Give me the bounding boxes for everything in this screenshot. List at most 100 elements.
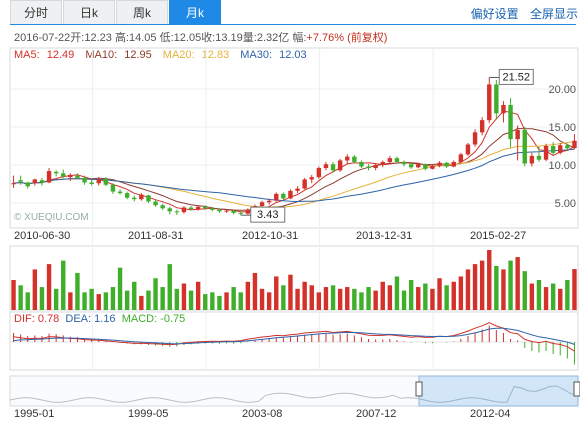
candle-body xyxy=(181,207,187,213)
candle-body xyxy=(18,180,23,182)
dea-label: DEA: xyxy=(65,313,92,325)
volume-bar xyxy=(380,281,385,310)
volume-bar xyxy=(423,283,428,310)
date-tick-label: 2015-02-27 xyxy=(470,230,527,242)
candle-body xyxy=(217,209,222,212)
candle-body xyxy=(195,206,201,210)
volume-bar xyxy=(68,292,73,310)
volume-bar xyxy=(330,285,336,310)
candle-body xyxy=(366,166,371,169)
volume-bar xyxy=(75,272,80,310)
candle-body xyxy=(494,84,499,114)
candle-body xyxy=(572,140,577,149)
candle-body xyxy=(224,210,229,212)
volume-bar xyxy=(359,292,364,310)
volume-bar xyxy=(387,285,393,310)
volume-bar xyxy=(203,294,208,310)
volume-bar xyxy=(252,272,258,310)
volume-bar xyxy=(416,287,421,310)
candle-body xyxy=(103,179,109,185)
candle-body xyxy=(444,162,449,167)
volume-bar xyxy=(124,290,130,310)
volume-bar xyxy=(302,281,307,310)
volume-bar xyxy=(210,292,215,310)
volume-bar xyxy=(39,287,45,310)
volume-bar xyxy=(195,281,201,310)
candle-body xyxy=(153,201,158,206)
date-tick-label: 2010-06-30 xyxy=(14,230,71,242)
volume-bar xyxy=(103,292,109,310)
volume-bar xyxy=(323,287,329,310)
volume-bar xyxy=(32,269,38,310)
price-tick-label: 15.00 xyxy=(548,122,576,134)
volume-bar xyxy=(572,269,577,310)
candle-body xyxy=(550,146,556,153)
volume-bar xyxy=(295,288,300,310)
volume-bar xyxy=(543,287,549,310)
candle-body xyxy=(316,168,322,178)
volume-bar xyxy=(458,276,464,310)
candle-body xyxy=(245,209,251,214)
volume-bar xyxy=(110,287,116,310)
volume-bar xyxy=(132,281,137,310)
volume-bar xyxy=(501,269,506,310)
candle-body xyxy=(110,184,116,192)
candle-body xyxy=(274,193,279,201)
candle-body xyxy=(345,156,350,161)
volume-bar xyxy=(231,287,236,310)
date-tick-label: 2012-10-31 xyxy=(242,230,299,242)
price-tick-label: 5.00 xyxy=(555,198,576,210)
volume-bar xyxy=(558,288,563,310)
candle-body xyxy=(515,130,520,140)
candle-body xyxy=(89,182,94,184)
volume-bar xyxy=(451,281,456,310)
volume-bar xyxy=(565,280,570,310)
candle-body xyxy=(82,177,87,183)
volume-bar xyxy=(522,271,527,310)
candle-body xyxy=(565,145,570,149)
candle-body xyxy=(53,171,59,174)
candle-body xyxy=(501,104,506,114)
navigator-left-handle[interactable] xyxy=(415,381,423,397)
candle-body xyxy=(25,182,30,187)
candle-body xyxy=(522,130,527,164)
volume-bar xyxy=(479,260,485,310)
navigator-tick-label: 1995-01 xyxy=(14,408,55,420)
volume-bar xyxy=(82,292,87,310)
candle-body xyxy=(302,179,307,189)
volume-bar xyxy=(89,288,94,310)
dea-value: 1.16 xyxy=(94,313,116,325)
navigator-right-handle[interactable] xyxy=(573,381,580,397)
volume-bar xyxy=(224,292,229,310)
candle-body xyxy=(451,161,456,167)
candle-body xyxy=(387,158,393,162)
navigator-tick-label: 1999-05 xyxy=(128,408,169,420)
volume-bar xyxy=(529,283,535,310)
ma30-line xyxy=(13,148,575,203)
volume-bar xyxy=(352,288,357,310)
volume-bar xyxy=(139,295,144,310)
volume-bar xyxy=(61,260,66,310)
volume-bar xyxy=(188,290,194,310)
macd-label: MACD: xyxy=(121,313,158,325)
volume-bar xyxy=(53,288,59,310)
candle-body xyxy=(401,161,407,165)
volume-bar xyxy=(316,292,322,310)
candle-body xyxy=(458,154,464,162)
date-axis: 2010-06-30 2011-08-31 2012-10-31 2013-12-31… xyxy=(0,230,580,244)
volume-bar xyxy=(437,278,442,310)
volume-bar xyxy=(174,288,180,310)
candle-body xyxy=(174,211,180,213)
ma20-line xyxy=(13,140,575,208)
price-tick-label: 20.00 xyxy=(548,84,576,96)
candle-body xyxy=(146,195,151,202)
volume-bar xyxy=(274,276,279,310)
candle-body xyxy=(188,207,194,210)
dif-label: DIF: xyxy=(14,313,35,325)
kline-chart[interactable]: 20.00 15.00 10.00 5.00 21.52 3.43 xyxy=(0,0,580,422)
candle-body xyxy=(408,164,414,168)
candle-body xyxy=(352,156,357,162)
volume-bar xyxy=(153,278,158,310)
candle-body xyxy=(238,212,243,214)
volume-bar xyxy=(309,285,314,310)
